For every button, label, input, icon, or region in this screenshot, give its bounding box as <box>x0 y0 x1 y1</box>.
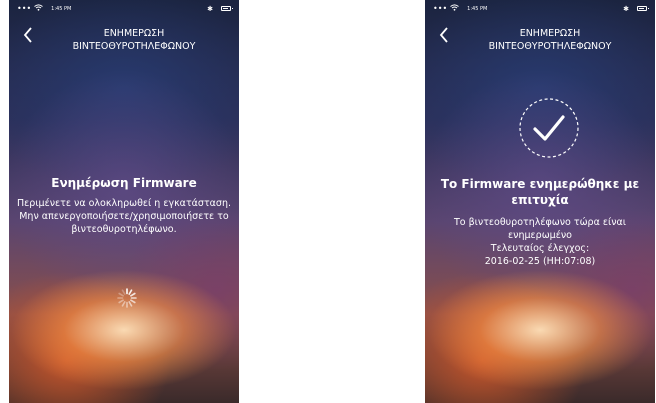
bluetooth-icon: ✱ <box>623 4 629 13</box>
page-title-line1: ΕΝΗΜΕΡΩΣΗ <box>103 28 165 39</box>
last-check-value: 2016-02-25 (HH:07:08) <box>484 256 596 267</box>
check-circle-icon <box>519 98 579 158</box>
update-message-line3: βιντεοθυροτηλέφωνο. <box>71 224 177 235</box>
back-chevron-icon[interactable] <box>439 27 449 47</box>
bluetooth-icon: ✱ <box>207 4 213 13</box>
success-heading-line1: Το Firmware ενημερώθηκε με <box>440 177 640 191</box>
nav-header: ΕΝΗΜΕΡΩΣΗ ΒΙΝΤΕΟΘΥΡΟΤΗΛΕΦΩΝΟΥ <box>9 17 239 65</box>
update-heading: Ενημέρωση Firmware <box>51 176 197 190</box>
status-bar: ••• 1:45 PM ✱ <box>9 0 239 17</box>
success-heading: Το Firmware ενημερώθηκε με επιτυχία <box>425 176 655 208</box>
phone-screen-success: ••• 1:45 PM ✱ ΕΝΗΜΕΡΩΣΗ ΒΙΝΤΕΟΘΥΡΟΤΗΛΕΦΩ… <box>425 0 655 403</box>
success-message-line2: ενημερωμένο <box>508 230 572 241</box>
page-title-line2: ΒΙΝΤΕΟΘΥΡΟΤΗΛΕΦΩΝΟΥ <box>488 41 612 52</box>
battery-icon <box>221 6 233 11</box>
update-message: Περιμένετε να ολοκληρωθεί η εγκατάσταση.… <box>9 197 239 236</box>
page-title: ΕΝΗΜΕΡΩΣΗ ΒΙΝΤΕΟΘΥΡΟΤΗΛΕΦΩΝΟΥ <box>39 27 229 53</box>
update-message-line1: Περιμένετε να ολοκληρωθεί η εγκατάσταση. <box>17 198 231 209</box>
battery-icon <box>637 6 649 11</box>
signal-dots-icon: ••• <box>17 4 32 13</box>
success-message-line1: Το βιντεοθυροτηλέφωνο τώρα είναι <box>453 217 627 228</box>
back-chevron-icon[interactable] <box>23 27 33 47</box>
update-success-content: Το Firmware ενημερώθηκε με επιτυχία Το β… <box>425 176 655 268</box>
page-title: ΕΝΗΜΕΡΩΣΗ ΒΙΝΤΕΟΘΥΡΟΤΗΛΕΦΩΝΟΥ <box>455 27 645 53</box>
phone-screen-updating: ••• 1:45 PM ✱ ΕΝΗΜΕΡΩΣΗ ΒΙΝΤΕΟΘΥΡΟΤΗΛΕΦΩ… <box>9 0 239 403</box>
update-progress-content: Ενημέρωση Firmware Περιμένετε να ολοκληρ… <box>9 175 239 236</box>
status-time: 1:45 PM <box>467 5 488 12</box>
wifi-icon <box>450 4 459 13</box>
wifi-icon <box>34 4 43 13</box>
status-time: 1:45 PM <box>51 5 72 12</box>
loading-spinner-icon <box>117 288 137 308</box>
nav-header: ΕΝΗΜΕΡΩΣΗ ΒΙΝΤΕΟΘΥΡΟΤΗΛΕΦΩΝΟΥ <box>425 17 655 65</box>
page-title-line1: ΕΝΗΜΕΡΩΣΗ <box>519 28 581 39</box>
success-message: Το βιντεοθυροτηλέφωνο τώρα είναι ενημερω… <box>425 216 655 268</box>
status-bar: ••• 1:45 PM ✱ <box>425 0 655 17</box>
update-message-line2: Μην απενεργοποιήσετε/χρησιμοποιήσετε το <box>19 211 229 222</box>
success-heading-line2: επιτυχία <box>511 193 569 207</box>
page-title-line2: ΒΙΝΤΕΟΘΥΡΟΤΗΛΕΦΩΝΟΥ <box>72 41 196 52</box>
signal-dots-icon: ••• <box>433 4 448 13</box>
last-check-label: Τελευταίος έλεγχος: <box>490 243 590 254</box>
